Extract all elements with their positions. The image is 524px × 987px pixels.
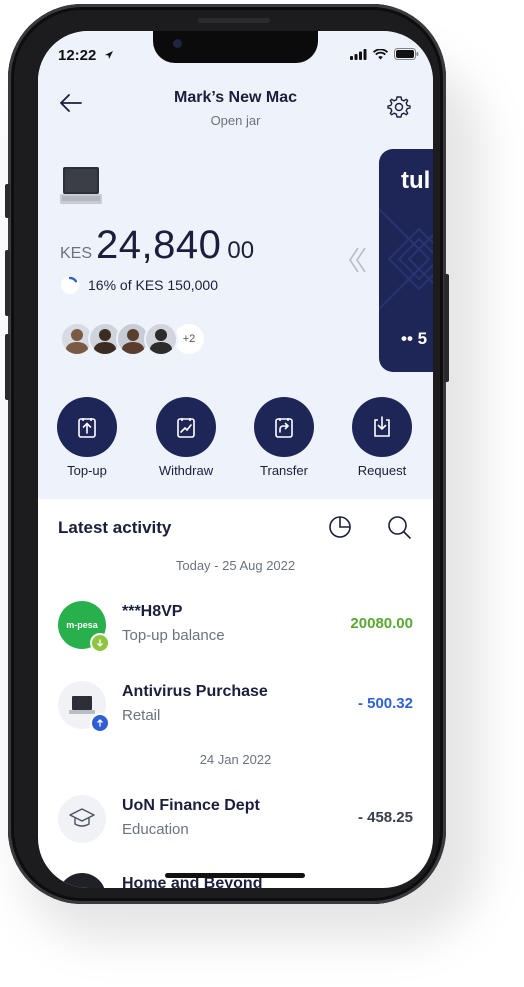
outgoing-badge-icon xyxy=(90,713,110,733)
camera-icon xyxy=(173,39,182,48)
card-number: •• 5 xyxy=(401,329,428,348)
transfer-icon xyxy=(275,418,293,438)
status-time-text: 12:22 xyxy=(58,47,97,64)
page-title: Mark’s New Mac xyxy=(173,89,297,106)
linked-card[interactable]: tul •• 5 xyxy=(379,149,433,372)
transaction-category: Top-up balance xyxy=(122,627,225,644)
transaction-row[interactable]: Antivirus Purchase Retail - 500.32 xyxy=(58,681,413,733)
transaction-category: Retail xyxy=(122,707,161,724)
mpesa-logo-text: m-pesa xyxy=(66,620,98,630)
location-arrow-icon xyxy=(104,51,113,59)
balance-currency: KES xyxy=(60,245,93,262)
jar-members[interactable]: +2 xyxy=(60,322,206,356)
pie-chart-icon[interactable] xyxy=(328,515,352,539)
earpiece-speaker xyxy=(198,18,270,23)
top-up-circle[interactable] xyxy=(57,397,117,457)
transaction-amount: 20080.00 xyxy=(350,615,413,632)
savings-progress: 16% of KES 150,000 xyxy=(60,275,218,295)
balance-amount: 24,840 xyxy=(96,223,222,267)
status-time: 12:22 xyxy=(58,47,114,64)
avatar xyxy=(144,322,178,356)
transaction-row[interactable]: UoN Finance Dept Education - 458.25 xyxy=(58,795,413,845)
transaction-name: Antivirus Purchase xyxy=(122,683,268,700)
request-label: Request xyxy=(357,463,407,478)
signal-icon xyxy=(350,48,367,60)
transfer-circle[interactable] xyxy=(254,397,314,457)
top-up-button[interactable]: Top-up xyxy=(42,397,132,478)
screen: 12:22 Mark’s New Mac Open jar KES 24,840… xyxy=(38,31,433,888)
request-button[interactable]: Request xyxy=(337,397,427,478)
balance-decimals: 00 xyxy=(227,237,255,264)
transaction-category: Education xyxy=(122,821,189,838)
transaction-amount: - 458.25 xyxy=(357,809,413,826)
withdraw-button[interactable]: Withdraw xyxy=(141,397,231,478)
battery-icon xyxy=(394,48,419,60)
withdraw-icon xyxy=(177,418,195,438)
graduation-cap-icon xyxy=(69,808,95,827)
wifi-icon xyxy=(373,48,388,59)
status-icons xyxy=(350,48,419,60)
request-circle[interactable] xyxy=(352,397,412,457)
double-chevron-left-icon[interactable] xyxy=(347,246,369,274)
latest-activity-heading: Latest activity xyxy=(58,518,172,537)
card-brand: tul xyxy=(401,167,431,194)
date-header: 24 Jan 2022 xyxy=(199,752,272,767)
transaction-row[interactable]: m-pesa ***H8VP Top-up balance 20080.00 xyxy=(58,601,413,653)
volume-up-button xyxy=(5,250,10,316)
progress-ring-icon xyxy=(61,276,79,294)
power-button xyxy=(444,274,449,382)
transaction-name: UoN Finance Dept xyxy=(122,797,260,814)
page-subtitle: Open jar xyxy=(210,113,261,128)
transfer-button[interactable]: Transfer xyxy=(239,397,329,478)
withdraw-circle[interactable] xyxy=(156,397,216,457)
home-indicator[interactable] xyxy=(165,873,305,878)
transaction-icon-bg xyxy=(58,873,106,888)
top-up-label: Top-up xyxy=(67,463,107,478)
mute-switch xyxy=(5,184,10,218)
top-up-icon xyxy=(78,418,96,438)
withdraw-label: Withdraw xyxy=(158,463,214,478)
transaction-icon-bg xyxy=(58,795,106,843)
settings-gear-icon[interactable] xyxy=(387,95,411,119)
date-header-today: Today - 25 Aug 2022 xyxy=(175,558,296,573)
request-icon xyxy=(374,416,390,437)
progress-text: 16% of KES 150,000 xyxy=(88,277,218,293)
phone-frame: 12:22 Mark’s New Mac Open jar KES 24,840… xyxy=(5,4,449,904)
laptop-icon xyxy=(60,167,102,204)
search-icon[interactable] xyxy=(387,515,411,539)
jar-balance: KES 24,840 00 xyxy=(60,223,254,268)
notch xyxy=(153,31,318,63)
incoming-badge-icon xyxy=(90,633,110,653)
volume-down-button xyxy=(5,334,10,400)
transaction-amount: - 500.32 xyxy=(357,695,413,712)
transaction-name: ***H8VP xyxy=(122,603,183,620)
transfer-label: Transfer xyxy=(260,463,308,478)
